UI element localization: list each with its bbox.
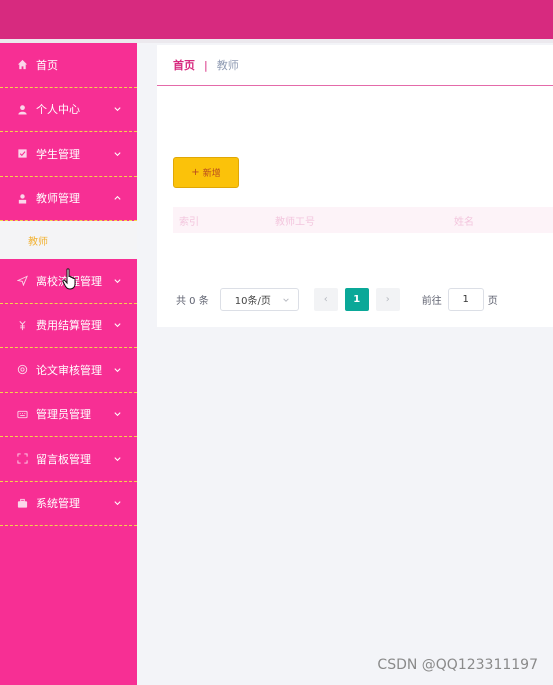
send-icon bbox=[16, 275, 28, 287]
breadcrumb: 首页 | 教师 bbox=[157, 45, 553, 86]
sidebar-item-label: 系统管理 bbox=[36, 497, 80, 511]
admin-icon bbox=[16, 408, 28, 420]
money-icon bbox=[16, 319, 28, 331]
sidebar-item-label: 首页 bbox=[36, 58, 58, 72]
student-icon bbox=[16, 148, 28, 160]
system-icon bbox=[16, 497, 28, 509]
chevron-down-icon bbox=[114, 412, 121, 417]
chevron-down-icon bbox=[114, 152, 121, 156]
sidebar-item-home[interactable]: 首页 bbox=[0, 43, 137, 88]
csdn-watermark: CSDN @QQ123311197 bbox=[377, 657, 538, 673]
chevron-down-icon bbox=[114, 368, 121, 372]
breadcrumb-separator: | bbox=[204, 58, 208, 72]
paper-icon bbox=[16, 364, 28, 376]
page-size-select[interactable]: 10条/页 bbox=[219, 288, 299, 311]
sidebar-item-message-board-management[interactable]: 留言板管理 bbox=[0, 437, 137, 482]
sidebar-item-teacher-management[interactable]: 教师管理 bbox=[0, 177, 137, 221]
sidebar-item-fee-settlement-management[interactable]: 费用结算管理 bbox=[0, 304, 137, 348]
column-header-index: 索引 bbox=[179, 216, 199, 228]
teacher-icon bbox=[16, 192, 28, 204]
breadcrumb-home-link[interactable]: 首页 bbox=[173, 57, 195, 73]
chevron-down-icon bbox=[114, 323, 121, 328]
plus-icon: + bbox=[191, 167, 200, 178]
chevron-left-icon: ‹ bbox=[323, 294, 328, 305]
column-header-teacher-id: 教师工号 bbox=[275, 216, 315, 228]
home-icon bbox=[16, 59, 28, 71]
breadcrumb-current: 教师 bbox=[216, 59, 239, 72]
top-header-bar bbox=[0, 0, 553, 39]
sidebar-item-thesis-review-management[interactable]: 论文审核管理 bbox=[0, 348, 137, 393]
add-button-label: 新增 bbox=[202, 169, 221, 179]
sidebar-item-label: 论文审核管理 bbox=[36, 363, 102, 377]
chevron-up-icon bbox=[114, 196, 121, 200]
sidebar-item-label: 费用结算管理 bbox=[36, 319, 102, 333]
page-size-value: 10条/页 bbox=[234, 296, 271, 307]
page-number-button[interactable]: 1 bbox=[344, 288, 369, 311]
user-icon bbox=[16, 103, 28, 115]
message-icon bbox=[16, 453, 28, 465]
goto-page-input[interactable]: 1 bbox=[447, 288, 484, 311]
chevron-down-icon bbox=[114, 501, 121, 506]
page-unit-label: 页 bbox=[487, 296, 498, 307]
sidebar-item-label: 教师管理 bbox=[36, 192, 80, 206]
main-content-panel: 首页 | 教师 + 新增 索引 教师工号 姓名 共 0 条 10条/页 ‹ 1 … bbox=[157, 45, 553, 327]
sidebar-item-label: 管理员管理 bbox=[36, 408, 91, 422]
sidebar-item-student-management[interactable]: 学生管理 bbox=[0, 132, 137, 177]
sidebar-item-label: 个人中心 bbox=[36, 103, 80, 117]
column-header-name: 姓名 bbox=[454, 216, 474, 228]
goto-label: 前往 bbox=[421, 296, 442, 307]
chevron-down-icon bbox=[114, 279, 121, 283]
next-page-button[interactable]: › bbox=[375, 288, 400, 311]
chevron-down-icon bbox=[114, 457, 121, 461]
chevron-down-icon bbox=[282, 298, 289, 302]
prev-page-button[interactable]: ‹ bbox=[313, 288, 338, 311]
table-header: 索引 教师工号 姓名 bbox=[173, 207, 553, 233]
sidebar-item-label: 学生管理 bbox=[36, 147, 80, 161]
sidebar-item-personal-center[interactable]: 个人中心 bbox=[0, 88, 137, 132]
sidebar-subitem-teacher[interactable]: 教师 bbox=[0, 221, 137, 259]
pagination-total: 共 0 条 bbox=[176, 296, 209, 307]
add-button[interactable]: + 新增 bbox=[173, 157, 239, 188]
sidebar-item-system-management[interactable]: 系统管理 bbox=[0, 482, 137, 526]
sidebar-subitem-label: 教师 bbox=[28, 236, 48, 248]
sidebar-item-label: 留言板管理 bbox=[36, 452, 91, 466]
sidebar-menu: 首页 个人中心 学生管理 教师管理 教师 离校流程管理 费用结算管理 bbox=[0, 43, 137, 685]
hand-cursor-icon bbox=[62, 268, 76, 290]
chevron-right-icon: › bbox=[385, 294, 390, 305]
sidebar-item-admin-management[interactable]: 管理员管理 bbox=[0, 393, 137, 437]
chevron-down-icon bbox=[114, 107, 121, 112]
pagination: 共 0 条 10条/页 ‹ 1 › 前往 1 页 bbox=[176, 288, 498, 311]
